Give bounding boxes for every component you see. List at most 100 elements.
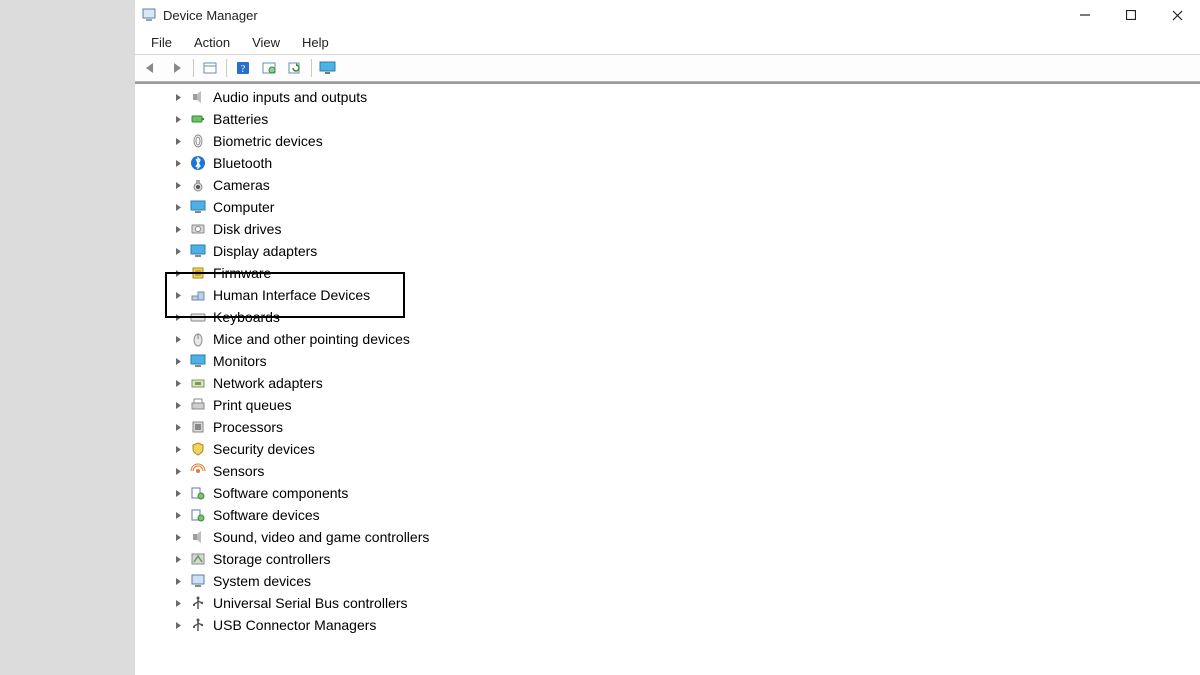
- expand-icon[interactable]: [171, 530, 185, 544]
- expand-icon[interactable]: [171, 200, 185, 214]
- toolbar-update-button[interactable]: [283, 57, 307, 79]
- device-category-cameras[interactable]: Cameras: [171, 174, 1200, 196]
- device-category-label: Cameras: [211, 176, 272, 194]
- expand-icon[interactable]: [171, 376, 185, 390]
- device-category-label: Batteries: [211, 110, 270, 128]
- device-category-storage[interactable]: Storage controllers: [171, 548, 1200, 570]
- device-category-security[interactable]: Security devices: [171, 438, 1200, 460]
- maximize-button[interactable]: [1108, 0, 1154, 30]
- device-manager-window: Device Manager File Action View Help: [135, 0, 1200, 675]
- device-category-swdev[interactable]: Software devices: [171, 504, 1200, 526]
- sw-icon: [189, 484, 207, 502]
- device-category-hid[interactable]: Human Interface Devices: [171, 284, 1200, 306]
- device-category-biometric[interactable]: Biometric devices: [171, 130, 1200, 152]
- device-category-bluetooth[interactable]: Bluetooth: [171, 152, 1200, 174]
- device-category-label: Display adapters: [211, 242, 319, 260]
- usb-icon: [189, 616, 207, 634]
- device-category-label: Monitors: [211, 352, 269, 370]
- expand-icon[interactable]: [171, 310, 185, 324]
- device-category-mice[interactable]: Mice and other pointing devices: [171, 328, 1200, 350]
- expand-icon[interactable]: [171, 178, 185, 192]
- toolbar-properties-button[interactable]: [198, 57, 222, 79]
- device-category-label: Computer: [211, 198, 276, 216]
- device-category-usb[interactable]: Universal Serial Bus controllers: [171, 592, 1200, 614]
- disk-icon: [189, 220, 207, 238]
- device-category-swcomp[interactable]: Software components: [171, 482, 1200, 504]
- toolbar-separator: [311, 59, 312, 77]
- device-category-label: Mice and other pointing devices: [211, 330, 412, 348]
- device-category-network[interactable]: Network adapters: [171, 372, 1200, 394]
- expand-icon[interactable]: [171, 244, 185, 258]
- update-icon: [287, 61, 303, 75]
- expand-icon[interactable]: [171, 288, 185, 302]
- expand-icon[interactable]: [171, 134, 185, 148]
- speaker-icon: [189, 528, 207, 546]
- device-category-sensors[interactable]: Sensors: [171, 460, 1200, 482]
- speaker-icon: [189, 88, 207, 106]
- expand-icon[interactable]: [171, 266, 185, 280]
- device-category-cpu[interactable]: Processors: [171, 416, 1200, 438]
- menu-action[interactable]: Action: [184, 33, 240, 52]
- scan-icon: [261, 61, 277, 75]
- device-category-system[interactable]: System devices: [171, 570, 1200, 592]
- expand-icon[interactable]: [171, 618, 185, 632]
- help-icon: ?: [235, 60, 251, 76]
- toolbar-help-button[interactable]: ?: [231, 57, 255, 79]
- device-category-label: Biometric devices: [211, 132, 325, 150]
- expand-icon[interactable]: [171, 464, 185, 478]
- toolbar-forward-button[interactable]: [165, 57, 189, 79]
- device-category-disks[interactable]: Disk drives: [171, 218, 1200, 240]
- keyboard-icon: [189, 308, 207, 326]
- monitor-icon: [189, 242, 207, 260]
- chip-icon: [189, 264, 207, 282]
- device-category-print[interactable]: Print queues: [171, 394, 1200, 416]
- device-tree: Audio inputs and outputs Batteries Biometr…: [135, 82, 1200, 675]
- device-category-computer[interactable]: Computer: [171, 196, 1200, 218]
- cpu-icon: [189, 418, 207, 436]
- expand-icon[interactable]: [171, 420, 185, 434]
- net-icon: [189, 374, 207, 392]
- app-icon: [141, 7, 157, 23]
- device-category-audio[interactable]: Audio inputs and outputs: [171, 86, 1200, 108]
- titlebar: Device Manager: [135, 0, 1200, 30]
- expand-icon[interactable]: [171, 222, 185, 236]
- expand-icon[interactable]: [171, 354, 185, 368]
- expand-icon[interactable]: [171, 574, 185, 588]
- toolbar: ?: [135, 54, 1200, 82]
- toolbar-scan-button[interactable]: [257, 57, 281, 79]
- device-category-label: Firmware: [211, 264, 273, 282]
- device-category-firmware[interactable]: Firmware: [171, 262, 1200, 284]
- device-category-keyboards[interactable]: Keyboards: [171, 306, 1200, 328]
- menu-view[interactable]: View: [242, 33, 290, 52]
- properties-icon: [202, 61, 218, 75]
- expand-icon[interactable]: [171, 508, 185, 522]
- device-category-label: Human Interface Devices: [211, 286, 372, 304]
- expand-icon[interactable]: [171, 398, 185, 412]
- device-category-label: Print queues: [211, 396, 294, 414]
- device-category-monitors[interactable]: Monitors: [171, 350, 1200, 372]
- menu-file[interactable]: File: [141, 33, 182, 52]
- toolbar-back-button[interactable]: [139, 57, 163, 79]
- expand-icon[interactable]: [171, 486, 185, 500]
- expand-icon[interactable]: [171, 442, 185, 456]
- expand-icon[interactable]: [171, 332, 185, 346]
- usb-icon: [189, 594, 207, 612]
- minimize-button[interactable]: [1062, 0, 1108, 30]
- device-category-batteries[interactable]: Batteries: [171, 108, 1200, 130]
- expand-icon[interactable]: [171, 112, 185, 126]
- expand-icon[interactable]: [171, 156, 185, 170]
- device-category-usbconn[interactable]: USB Connector Managers: [171, 614, 1200, 636]
- device-category-label: Software components: [211, 484, 350, 502]
- monitor-icon: [189, 198, 207, 216]
- device-category-sound[interactable]: Sound, video and game controllers: [171, 526, 1200, 548]
- device-category-label: Security devices: [211, 440, 317, 458]
- menubar: File Action View Help: [135, 30, 1200, 54]
- sw-icon: [189, 506, 207, 524]
- toolbar-monitor-button[interactable]: [316, 57, 340, 79]
- expand-icon[interactable]: [171, 596, 185, 610]
- expand-icon[interactable]: [171, 90, 185, 104]
- menu-help[interactable]: Help: [292, 33, 339, 52]
- expand-icon[interactable]: [171, 552, 185, 566]
- device-category-display[interactable]: Display adapters: [171, 240, 1200, 262]
- close-button[interactable]: [1154, 0, 1200, 30]
